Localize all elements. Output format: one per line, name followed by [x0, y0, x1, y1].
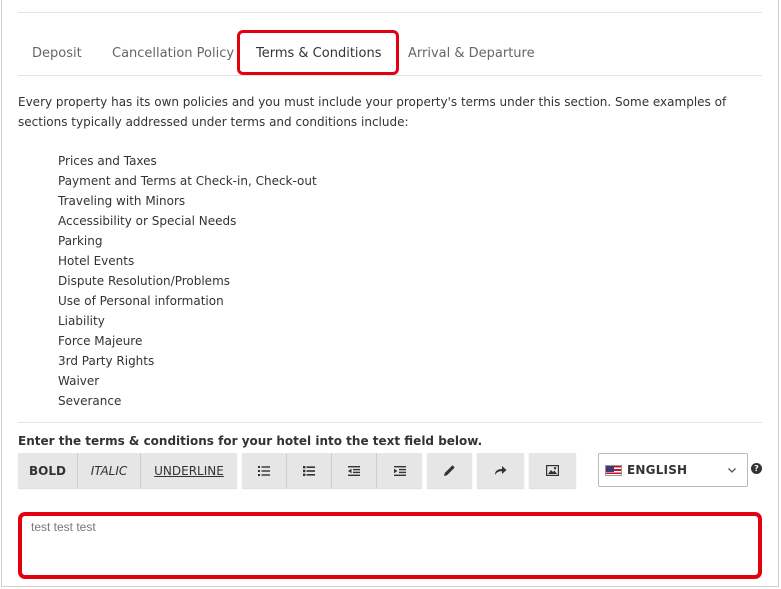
list-item: Use of Personal information: [58, 294, 224, 308]
bullet-list-button[interactable]: [242, 453, 287, 488]
redo-icon: [495, 466, 507, 475]
help-icon[interactable]: ?: [751, 463, 762, 474]
language-select[interactable]: ENGLISH: [598, 453, 748, 487]
list-item: Payment and Terms at Check-in, Check-out: [58, 174, 317, 188]
editor-instruction: Enter the terms & conditions for your ho…: [18, 434, 483, 448]
list-item: Severance: [58, 394, 122, 408]
redo-button[interactable]: [477, 453, 524, 488]
policy-examples-list: Prices and Taxes Payment and Terms at Ch…: [58, 151, 317, 411]
bullet-list-icon: [258, 465, 270, 476]
numbered-list-button[interactable]: [287, 453, 332, 488]
top-divider: [18, 12, 762, 13]
tab-cancellation-policy[interactable]: Cancellation Policy: [98, 34, 248, 74]
bold-button[interactable]: BOLD: [18, 453, 78, 488]
numbered-list-icon: [303, 465, 315, 476]
outdent-button[interactable]: [332, 453, 377, 488]
policy-tabs: Deposit Cancellation Policy Terms & Cond…: [18, 34, 762, 76]
insert-image-button[interactable]: [529, 453, 576, 488]
underline-button[interactable]: UNDERLINE: [141, 453, 237, 488]
terms-panel: Deposit Cancellation Policy Terms & Cond…: [1, 0, 779, 587]
indent-button[interactable]: [377, 453, 422, 488]
intro-text: Every property has its own policies and …: [18, 95, 727, 129]
list-item: Dispute Resolution/Problems: [58, 274, 231, 288]
list-item: Liability: [58, 314, 105, 328]
chevron-down-icon: [728, 468, 736, 473]
list-item: Traveling with Minors: [58, 194, 186, 208]
indent-icon: [393, 465, 406, 476]
list-item: Accessibility or Special Needs: [58, 214, 237, 228]
tab-deposit[interactable]: Deposit: [18, 34, 96, 74]
list-item: Parking: [58, 234, 103, 248]
tab-arrival-departure[interactable]: Arrival & Departure: [394, 34, 549, 74]
list-item: Prices and Taxes: [58, 154, 157, 168]
image-icon: [546, 465, 559, 476]
us-flag-icon: [605, 464, 622, 476]
language-selected: ENGLISH: [627, 463, 688, 477]
list-item: 3rd Party Rights: [58, 354, 155, 368]
tab-terms-conditions[interactable]: Terms & Conditions: [242, 34, 396, 74]
italic-button[interactable]: ITALIC: [78, 453, 141, 488]
list-item: Waiver: [58, 374, 100, 388]
list-item: Force Majeure: [58, 334, 143, 348]
edit-source-button[interactable]: [427, 453, 472, 488]
terms-editor[interactable]: test test test: [18, 512, 762, 579]
pencil-icon: [444, 465, 455, 476]
list-item: Hotel Events: [58, 254, 135, 268]
section-divider: [18, 422, 762, 423]
outdent-icon: [348, 465, 360, 476]
editor-content: test test test: [31, 520, 96, 534]
